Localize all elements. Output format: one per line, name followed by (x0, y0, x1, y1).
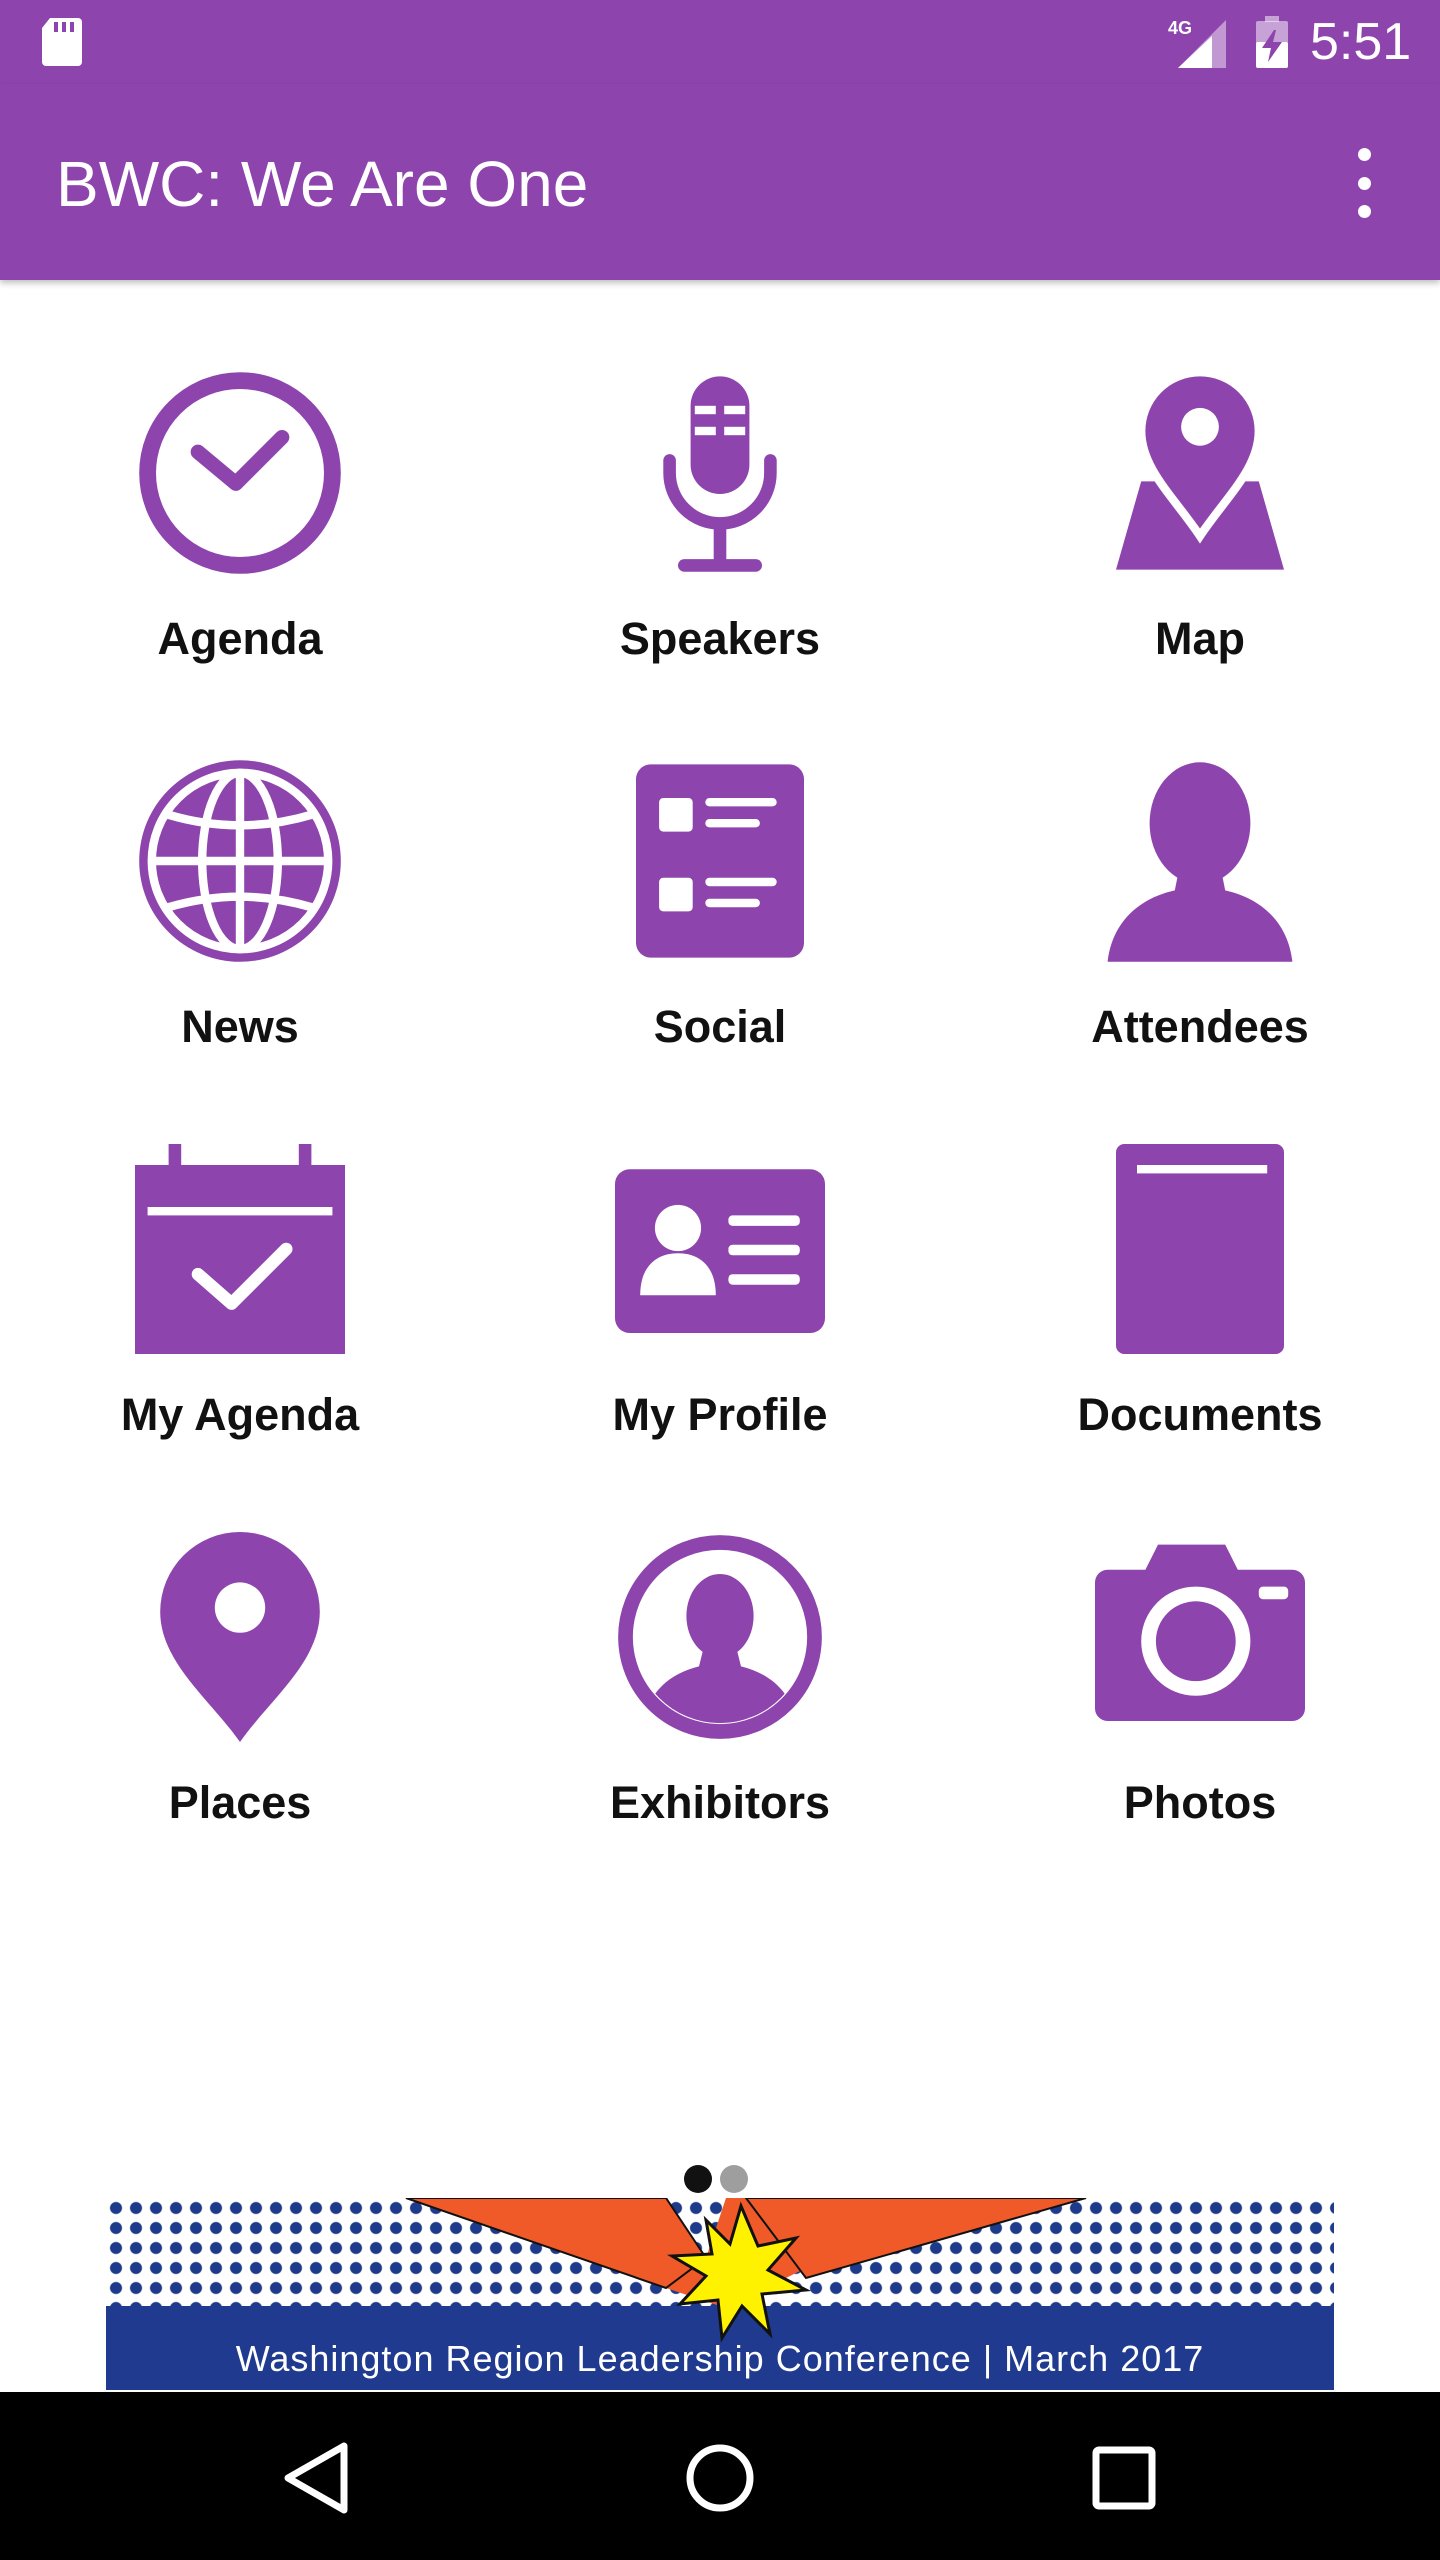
pager-dots (684, 2165, 756, 2195)
tile-speakers[interactable]: Speakers (500, 368, 940, 728)
conference-banner[interactable]: Washington Region Leadership Conference … (106, 2198, 1334, 2390)
microphone-icon (663, 376, 777, 572)
tile-label-my-profile: My Profile (612, 1389, 828, 1440)
clock-icon (139, 372, 341, 574)
system-nav-bar (0, 2392, 1440, 2560)
map-pin-icon (1116, 368, 1284, 570)
tile-label-news: News (181, 1001, 299, 1052)
signal-icon: 4G (1168, 18, 1226, 68)
tile-exhibitors[interactable]: Exhibitors (500, 1532, 940, 1892)
tile-label-map: Map (1155, 613, 1245, 664)
sd-card-icon (42, 18, 82, 66)
tile-my-agenda[interactable]: My Agenda (20, 1144, 460, 1504)
person-circle-icon (618, 1535, 822, 1739)
calendar-check-icon (135, 1144, 345, 1354)
tile-label-places: Places (168, 1777, 312, 1828)
app-title: BWC: We Are One (56, 148, 589, 220)
tile-label-photos: Photos (1123, 1777, 1277, 1828)
app-bar: BWC: We Are One (0, 84, 1440, 280)
person-icon (1107, 762, 1293, 962)
tile-agenda[interactable]: Agenda (20, 368, 460, 728)
tile-places[interactable]: Places (20, 1532, 460, 1892)
tile-label-agenda: Agenda (157, 613, 323, 664)
tile-label-social: Social (653, 1001, 787, 1052)
camera-icon (1095, 1544, 1305, 1721)
tile-map[interactable]: Map (980, 368, 1420, 728)
social-list-icon (636, 764, 804, 958)
network-type-label: 4G (1168, 18, 1192, 38)
tile-documents[interactable]: Documents (980, 1144, 1420, 1504)
battery-charging-icon (1256, 16, 1288, 68)
home-icon[interactable] (670, 2428, 770, 2528)
tile-photos[interactable]: Photos (980, 1532, 1420, 1892)
banner-text: Washington Region Leadership Conference … (235, 2338, 1205, 2379)
pager-dot-active[interactable] (684, 2165, 712, 2193)
back-icon[interactable] (266, 2428, 366, 2528)
tile-social[interactable]: Social (500, 756, 940, 1116)
id-card-icon (615, 1169, 825, 1333)
globe-icon (139, 760, 341, 962)
tile-label-attendees: Attendees (1091, 1001, 1309, 1052)
tile-news[interactable]: News (20, 756, 460, 1116)
tile-label-exhibitors: Exhibitors (609, 1777, 831, 1828)
recents-icon[interactable] (1074, 2428, 1174, 2528)
status-time: 5:51 (1310, 13, 1412, 71)
book-icon (1116, 1144, 1284, 1354)
location-pin-icon (160, 1532, 320, 1742)
tile-label-documents: Documents (1077, 1389, 1323, 1440)
tile-label-speakers: Speakers (619, 613, 821, 664)
pager-dot-inactive[interactable] (720, 2165, 748, 2193)
tile-label-my-agenda: My Agenda (120, 1389, 360, 1440)
tile-my-profile[interactable]: My Profile (500, 1144, 940, 1504)
tile-attendees[interactable]: Attendees (980, 756, 1420, 1116)
more-vert-icon[interactable] (1336, 138, 1392, 228)
status-bar: 4G 5:51 (0, 0, 1440, 84)
